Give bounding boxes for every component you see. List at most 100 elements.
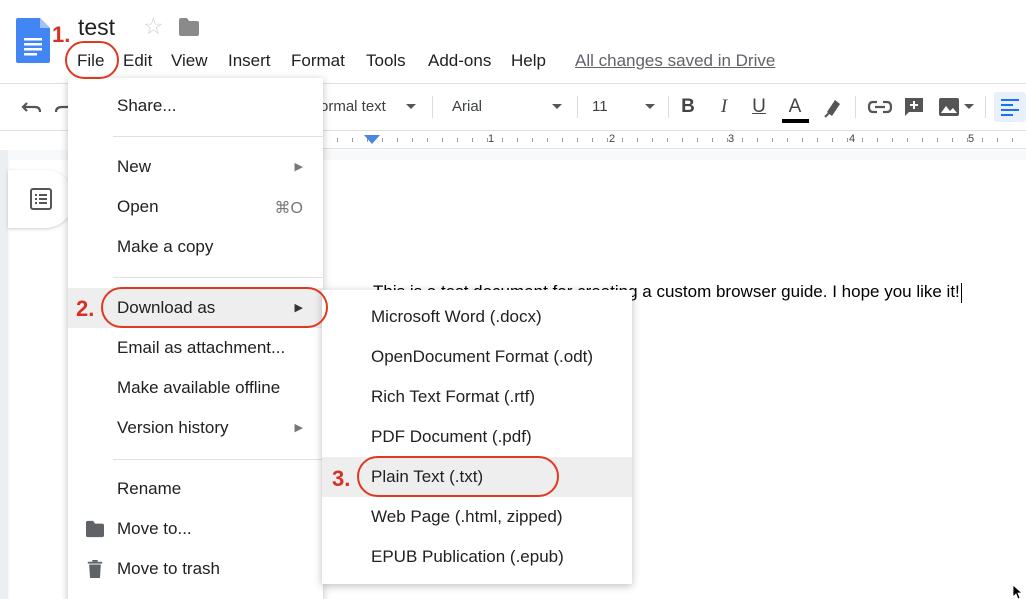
menu-separator <box>113 136 323 137</box>
toolbar-separator <box>577 96 578 118</box>
menu-item-new[interactable]: New ▶ <box>68 147 323 187</box>
download-docx[interactable]: Microsoft Word (.docx) <box>322 297 632 337</box>
menu-item-label: Version history <box>117 418 229 437</box>
menu-item-label: EPUB Publication (.epub) <box>371 547 564 566</box>
text-color-swatch <box>782 119 809 123</box>
underline-icon[interactable]: U <box>749 94 769 120</box>
step-3-label: 3. <box>332 466 351 491</box>
menu-item-label: Move to trash <box>117 559 220 578</box>
undo-icon[interactable] <box>20 94 44 120</box>
step-2-highlight-ring <box>101 287 328 328</box>
ruler-number: 3 <box>728 133 735 145</box>
menu-item-label: Open <box>117 197 159 216</box>
font-size-select[interactable]: 11 <box>592 98 608 115</box>
style-select[interactable]: ormal text <box>320 98 386 115</box>
link-icon[interactable] <box>867 94 893 120</box>
menu-item-make-offline[interactable]: Make available offline <box>68 368 323 408</box>
toolbar-separator <box>855 96 856 118</box>
document-outline-button[interactable] <box>8 170 74 228</box>
menu-item-label: Rich Text Format (.rtf) <box>371 387 536 406</box>
text-cursor <box>960 282 962 303</box>
font-select[interactable]: Arial <box>452 98 482 115</box>
folder-icon[interactable] <box>178 17 200 37</box>
menu-item-label: Web Page (.html, zipped) <box>371 507 563 526</box>
menu-item-label: Make a copy <box>117 237 214 256</box>
ruler[interactable]: 1 2 3 4 5 <box>322 131 1026 149</box>
menu-item-label: Rename <box>117 479 182 498</box>
menu-separator <box>113 459 323 460</box>
menu-item-label: PDF Document (.pdf) <box>371 427 532 446</box>
shortcut-label: ⌘O <box>274 200 303 217</box>
menu-item-label: Microsoft Word (.docx) <box>371 307 542 326</box>
highlight-icon[interactable] <box>822 94 844 120</box>
chevron-down-icon[interactable] <box>406 104 416 109</box>
redo-icon[interactable] <box>54 94 68 120</box>
menu-format[interactable]: Format <box>291 51 345 71</box>
ruler-number: 5 <box>968 133 975 145</box>
indent-marker[interactable] <box>364 135 380 144</box>
vertical-ruler <box>0 150 8 599</box>
menu-item-make-copy[interactable]: Make a copy <box>68 227 323 267</box>
step-1-label: 1. <box>52 22 71 47</box>
bold-icon[interactable]: B <box>678 94 698 120</box>
menu-help[interactable]: Help <box>511 51 546 71</box>
download-pdf[interactable]: PDF Document (.pdf) <box>322 417 632 457</box>
ruler-number: 2 <box>609 133 616 145</box>
folder-icon <box>86 520 104 538</box>
menu-item-email-attachment[interactable]: Email as attachment... <box>68 328 323 368</box>
google-docs-window: test ☆ File Edit View Insert Format Tool… <box>0 0 1026 599</box>
menu-item-label: Make available offline <box>117 378 281 397</box>
submenu-arrow-icon: ▶ <box>294 161 303 173</box>
align-left-icon <box>1001 99 1019 116</box>
ruler-number: 4 <box>849 133 856 145</box>
step-1-highlight-ring <box>65 41 119 79</box>
menu-item-share[interactable]: Share... <box>68 86 323 126</box>
ruler-number: 1 <box>488 133 495 145</box>
step-3-highlight-ring <box>357 456 559 497</box>
trash-icon <box>87 560 103 578</box>
menu-item-rename[interactable]: Rename <box>68 469 323 509</box>
download-as-submenu: Microsoft Word (.docx) OpenDocument Form… <box>322 290 632 584</box>
menu-item-label: Share... <box>117 96 177 115</box>
image-icon[interactable] <box>938 94 960 120</box>
toolbar-separator <box>668 96 669 118</box>
menu-insert[interactable]: Insert <box>228 51 271 71</box>
italic-icon[interactable]: I <box>714 94 734 120</box>
file-menu: Share... New ▶ Open ⌘O Make a copy Downl… <box>68 78 323 599</box>
mouse-pointer-icon <box>1013 585 1023 599</box>
download-odt[interactable]: OpenDocument Format (.odt) <box>322 337 632 377</box>
chevron-down-icon[interactable] <box>552 104 562 109</box>
chevron-down-icon[interactable] <box>645 104 655 109</box>
menu-tools[interactable]: Tools <box>366 51 406 71</box>
chevron-down-icon[interactable] <box>964 104 974 109</box>
download-epub[interactable]: EPUB Publication (.epub) <box>322 537 632 577</box>
toolbar-separator <box>985 96 986 118</box>
menu-item-move-to[interactable]: Move to... <box>68 509 323 549</box>
menu-addons[interactable]: Add-ons <box>428 51 491 71</box>
menu-item-version-history[interactable]: Version history ▶ <box>68 408 323 448</box>
ruler-ticks <box>322 138 1026 142</box>
download-rtf[interactable]: Rich Text Format (.rtf) <box>322 377 632 417</box>
menu-separator <box>113 277 323 278</box>
menu-item-label: New <box>117 157 152 176</box>
menu-item-label: Move to... <box>117 519 192 538</box>
menu-item-open[interactable]: Open ⌘O <box>68 187 323 227</box>
text-color-icon[interactable]: A <box>784 94 806 120</box>
comment-icon[interactable] <box>903 94 925 120</box>
menu-edit[interactable]: Edit <box>123 51 152 71</box>
toolbar-separator <box>432 96 433 118</box>
menu-item-move-to-trash[interactable]: Move to trash <box>68 549 323 589</box>
menu-item-label: OpenDocument Format (.odt) <box>371 347 594 366</box>
outline-icon <box>30 188 52 210</box>
menu-bar: File Edit View Insert Format Tools Add-o… <box>0 48 1026 74</box>
menu-item-label: Email as attachment... <box>117 338 286 357</box>
save-status-link[interactable]: All changes saved in Drive <box>575 51 775 71</box>
step-2-label: 2. <box>76 296 95 321</box>
document-title[interactable]: test <box>78 14 115 41</box>
text-color-letter: A <box>788 96 802 117</box>
download-html-zipped[interactable]: Web Page (.html, zipped) <box>322 497 632 537</box>
align-left-button[interactable] <box>994 92 1026 122</box>
star-icon[interactable]: ☆ <box>143 15 164 38</box>
menu-view[interactable]: View <box>171 51 208 71</box>
submenu-arrow-icon: ▶ <box>294 422 303 434</box>
